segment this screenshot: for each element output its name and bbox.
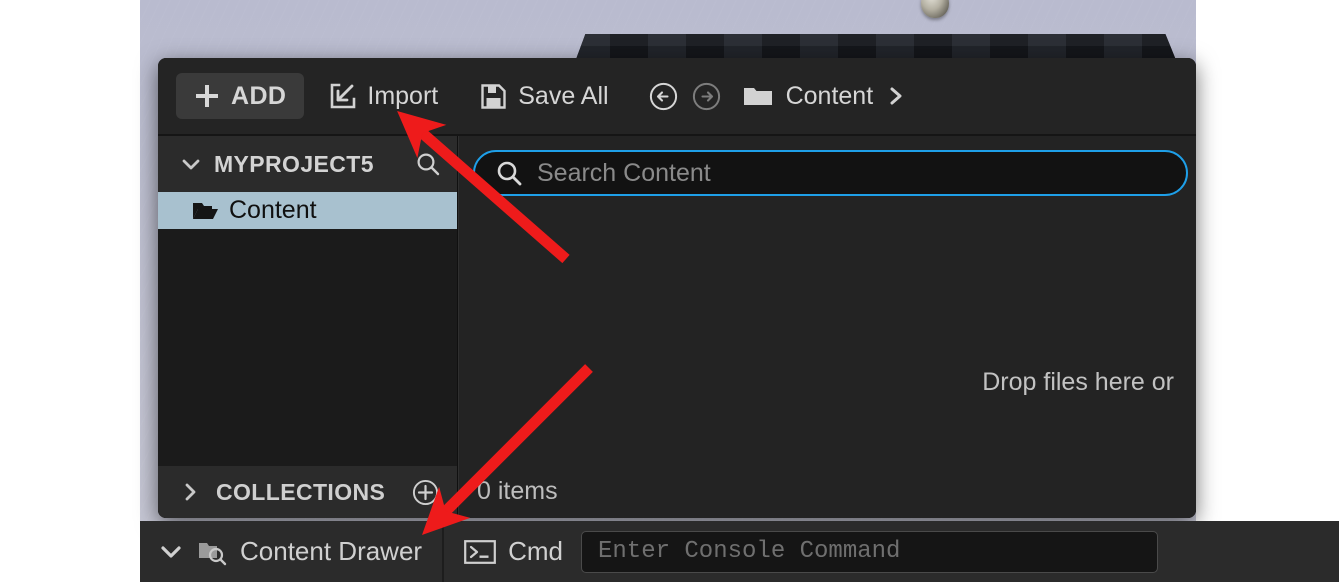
plus-circle-icon[interactable]	[412, 479, 439, 506]
search-bar-container: Search Content	[459, 136, 1196, 196]
arrow-right-circle-icon[interactable]	[692, 82, 721, 111]
sources-header: MYPROJECT5	[158, 136, 457, 192]
drop-files-hint: Drop files here or	[982, 368, 1174, 396]
save-all-button-label: Save All	[518, 81, 609, 110]
search-input-placeholder: Search Content	[537, 158, 711, 187]
content-browser-body: MYPROJECT5 Content COLLECTIONS Search Co…	[158, 136, 1196, 518]
save-all-button[interactable]: Save All	[464, 73, 624, 119]
asset-grid-empty-area[interactable]: Drop files here or	[459, 196, 1196, 464]
sidebar-item-content[interactable]: Content	[158, 192, 457, 229]
asset-view-panel: Search Content Drop files here or 0 item…	[458, 136, 1196, 518]
floppy-disk-icon	[480, 83, 507, 110]
folder-search-icon	[197, 538, 227, 566]
chevron-right-icon[interactable]	[886, 84, 906, 108]
asset-count-label-row: 0 items	[459, 464, 1196, 518]
breadcrumb-item-content[interactable]: Content	[786, 82, 874, 111]
plus-icon	[194, 83, 220, 109]
project-name-label: MYPROJECT5	[214, 150, 374, 177]
folder-open-icon	[192, 200, 219, 222]
import-button-label: Import	[367, 81, 439, 110]
add-button[interactable]: ADD	[176, 73, 305, 119]
arrow-left-circle-icon[interactable]	[649, 82, 678, 111]
screen-root: ADD Import Save All Content MYPROJECT5 C…	[0, 0, 1339, 582]
cmd-button[interactable]: Cmd	[444, 536, 577, 567]
add-button-label: ADD	[231, 81, 287, 110]
content-drawer-panel: ADD Import Save All Content MYPROJECT5 C…	[158, 58, 1196, 518]
search-input[interactable]: Search Content	[473, 150, 1188, 196]
collections-header[interactable]: COLLECTIONS	[158, 466, 457, 518]
console-command-placeholder: Enter Console Command	[597, 538, 901, 565]
import-button[interactable]: Import	[312, 73, 454, 119]
sources-tree: Content	[158, 192, 457, 466]
terminal-icon	[464, 539, 496, 565]
content-browser-toolbar: ADD Import Save All Content	[158, 58, 1196, 136]
folder-icon	[743, 84, 773, 108]
chevron-right-icon[interactable]	[180, 481, 202, 503]
collections-label: COLLECTIONS	[216, 478, 386, 505]
search-icon[interactable]	[415, 151, 441, 177]
chevron-down-icon	[158, 539, 184, 565]
console-command-input[interactable]: Enter Console Command	[580, 530, 1158, 573]
content-drawer-button[interactable]: Content Drawer	[140, 521, 442, 582]
navigation-buttons	[649, 82, 721, 111]
search-icon	[495, 159, 523, 187]
editor-status-bar: Content Drawer Cmd Enter Console Command	[140, 521, 1339, 582]
content-drawer-label: Content Drawer	[240, 536, 423, 566]
sources-panel: MYPROJECT5 Content COLLECTIONS	[158, 136, 458, 518]
import-icon	[328, 82, 356, 110]
sidebar-item-label: Content	[229, 196, 317, 224]
item-count-label: 0 items	[477, 476, 558, 505]
cmd-label: Cmd	[508, 536, 563, 566]
breadcrumb: Content	[743, 82, 907, 111]
chevron-down-icon[interactable]	[180, 153, 202, 175]
